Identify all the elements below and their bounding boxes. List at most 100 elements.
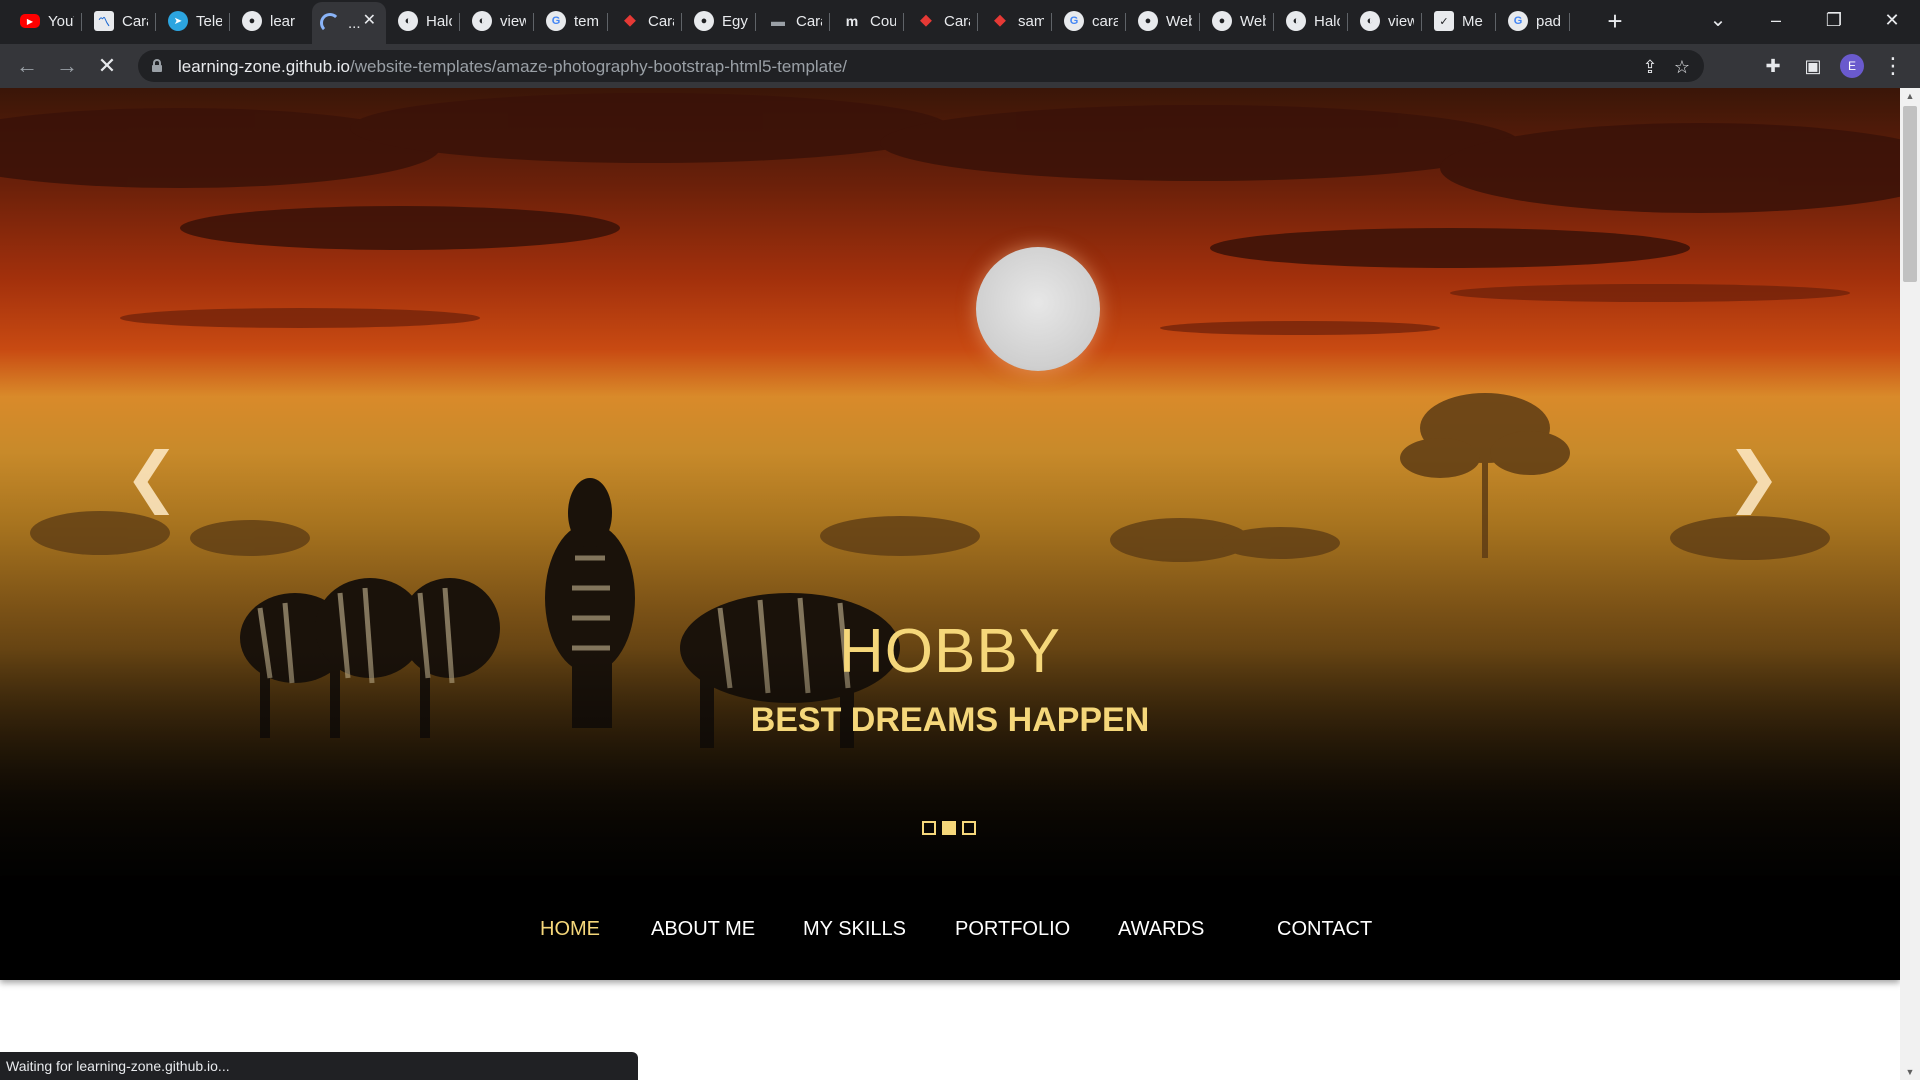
nav-portfolio[interactable]: PORTFOLIO [955, 918, 1070, 941]
tab[interactable]: ▶ YouTube [12, 4, 82, 38]
tab-separator [1199, 13, 1200, 31]
tab[interactable]: G cara [1056, 4, 1126, 38]
back-button[interactable]: ← [12, 51, 42, 81]
nav-my-skills[interactable]: MY SKILLS [803, 918, 906, 941]
browser-menu-icon[interactable]: ⋮ [1880, 53, 1906, 79]
globe-icon: ◐ [398, 11, 418, 31]
google-icon: G [1064, 11, 1084, 31]
tab[interactable]: ⬥ sam [982, 4, 1052, 38]
tab[interactable]: ◐ Halo [1278, 4, 1348, 38]
close-window-button[interactable]: ✕ [1864, 0, 1920, 40]
nav-awards[interactable]: AWARDS [1118, 918, 1204, 941]
page-scrollbar[interactable]: ▲ ▼ [1900, 88, 1920, 1080]
tab-separator [829, 13, 830, 31]
tab[interactable]: ● Web [1204, 4, 1274, 38]
tab-separator [1495, 13, 1496, 31]
restore-button[interactable]: ❐ [1806, 0, 1862, 40]
pin-icon: ⬥ [994, 12, 1006, 29]
scroll-down-arrow[interactable]: ▼ [1900, 1064, 1920, 1080]
dash-icon: ▬ [771, 13, 785, 29]
tab-separator [229, 13, 230, 31]
tab[interactable]: ● learning-zone [234, 4, 304, 38]
tab-separator [1347, 13, 1348, 31]
tab-separator [1051, 13, 1052, 31]
google-icon: G [1508, 11, 1528, 31]
tab[interactable]: ⬥ Cara [612, 4, 682, 38]
pin-icon: ⬥ [624, 12, 636, 29]
stop-loading-button[interactable]: ✕ [92, 51, 122, 81]
tab-separator [681, 13, 682, 31]
url-path: /website-templates/amaze-photography-boo… [350, 57, 848, 76]
carousel-indicator-active[interactable] [942, 821, 956, 835]
tab-separator [1125, 13, 1126, 31]
scroll-up-arrow[interactable]: ▲ [1900, 88, 1920, 104]
tab-search-button[interactable]: ⌄ [1690, 0, 1746, 40]
status-bubble: Waiting for learning-zone.github.io... [0, 1052, 638, 1080]
side-panel-icon[interactable]: ▣ [1800, 53, 1826, 79]
tab[interactable]: G template [538, 4, 608, 38]
tab-separator [1273, 13, 1274, 31]
globe-icon: ◐ [1286, 11, 1306, 31]
github-icon: ● [1138, 11, 1158, 31]
globe-icon: ◐ [1360, 11, 1380, 31]
main-nav: HOME ABOUT ME MY SKILLS PORTFOLIO AWARDS… [0, 880, 1900, 980]
minimize-button[interactable]: – [1748, 0, 1804, 40]
github-icon: ● [694, 11, 714, 31]
tab-separator [1421, 13, 1422, 31]
share-icon[interactable]: ⇪ [1638, 55, 1662, 79]
nav-home[interactable]: HOME [540, 918, 600, 941]
tab-separator [459, 13, 460, 31]
tab-separator [977, 13, 978, 31]
savanna-background-image [0, 93, 1900, 880]
browser-tab-strip: ▶ YouTube 〽 Cara ➤ Telegram ● learning-z… [0, 0, 1920, 44]
lock-icon[interactable] [152, 59, 162, 72]
google-icon: G [546, 11, 566, 31]
tab[interactable]: ● Web [1130, 4, 1200, 38]
telegram-icon: ➤ [168, 11, 188, 31]
slide-title: HOBBY [838, 617, 1062, 686]
tab[interactable]: ✓ Me [1426, 4, 1496, 38]
profile-avatar[interactable]: E [1840, 54, 1864, 78]
tab-separator [81, 13, 82, 31]
tab-separator [533, 13, 534, 31]
carousel-indicator[interactable] [922, 821, 936, 835]
tab[interactable]: ⬥ Cara [908, 4, 978, 38]
tab[interactable]: G pad [1500, 4, 1570, 38]
github-icon: ● [1212, 11, 1232, 31]
youtube-icon: ▶ [20, 14, 40, 28]
tab[interactable]: 〽 Cara [86, 4, 156, 38]
globe-icon: ◐ [472, 11, 492, 31]
tab[interactable]: ◐ view [1352, 4, 1422, 38]
extensions-puzzle-icon[interactable]: ✚ [1760, 53, 1786, 79]
github-icon: ● [242, 11, 262, 31]
tab[interactable]: ➤ Telegram [160, 4, 230, 38]
tab-separator [1569, 13, 1570, 31]
tab[interactable]: ◐ view [464, 4, 534, 38]
nav-about-me[interactable]: ABOUT ME [651, 918, 755, 941]
tab-separator [755, 13, 756, 31]
tab[interactable]: ▬ Cara [760, 4, 830, 38]
close-tab-icon[interactable]: ✕ [363, 13, 376, 29]
carousel-indicator[interactable] [962, 821, 976, 835]
carousel-prev-arrow[interactable]: ❮ [124, 443, 179, 509]
hero-carousel: ❮ ❯ HOBBY BEST DREAMS HAPPEN [0, 88, 1900, 880]
address-bar[interactable]: learning-zone.github.io/website-template… [138, 50, 1704, 82]
carousel-next-arrow[interactable]: ❯ [1726, 443, 1781, 509]
tab-active[interactable]: ... ✕ [312, 2, 386, 44]
tab-separator [155, 13, 156, 31]
scrollbar-thumb[interactable] [1903, 106, 1917, 282]
nav-contact[interactable]: CONTACT [1277, 918, 1372, 941]
tab-separator [903, 13, 904, 31]
new-tab-button[interactable]: + [1600, 6, 1630, 36]
tab[interactable]: m Coursera [834, 4, 904, 38]
browser-toolbar: ← → ✕ learning-zone.github.io/website-te… [0, 44, 1920, 88]
bookmark-star-icon[interactable]: ☆ [1670, 55, 1694, 79]
pin-icon: ⬥ [920, 12, 932, 29]
tab-separator [607, 13, 608, 31]
url-text[interactable]: learning-zone.github.io/website-template… [178, 57, 847, 77]
slide-subtitle: BEST DREAMS HAPPEN [750, 701, 1150, 739]
loading-icon [320, 13, 340, 33]
forward-button[interactable]: → [52, 51, 82, 81]
tab[interactable]: ◐ Halo [390, 4, 460, 38]
tab[interactable]: ● Egypt [686, 4, 756, 38]
